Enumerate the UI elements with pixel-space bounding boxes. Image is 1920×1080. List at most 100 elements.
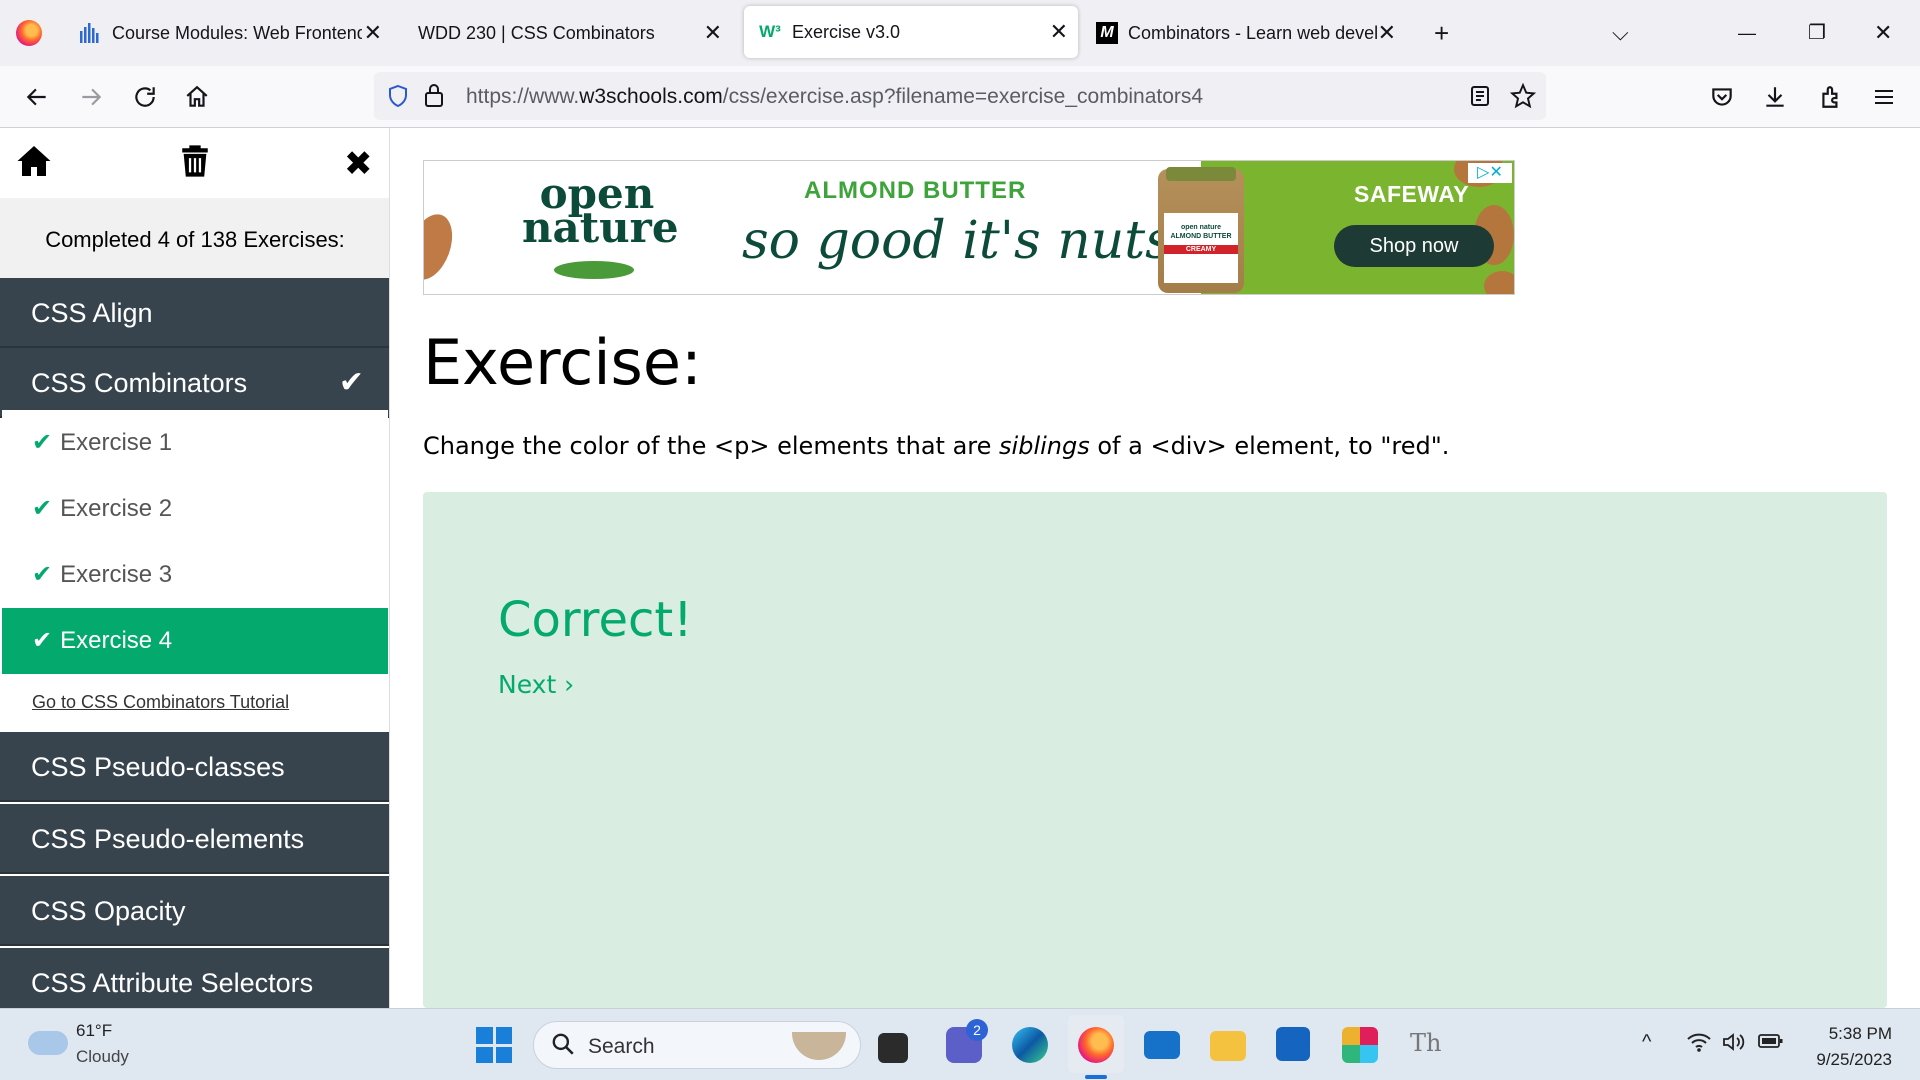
exercise-item-1[interactable]: ✔ Exercise 1: [2, 410, 388, 476]
adchoices-icon[interactable]: ▷✕: [1468, 163, 1512, 183]
category-css-pseudo-elements[interactable]: CSS Pseudo-elements: [0, 804, 389, 874]
minimize-button[interactable]: —: [1738, 18, 1756, 48]
category-css-pseudo-classes[interactable]: CSS Pseudo-classes: [0, 732, 389, 802]
exercise-sidebar: ✖ Completed 4 of 138 Exercises: CSS Alig…: [0, 128, 390, 1008]
window-close-button[interactable]: ✕: [1874, 18, 1892, 48]
weather-condition[interactable]: Cloudy: [76, 1047, 129, 1067]
search-icon: [550, 1031, 576, 1064]
category-css-combinators[interactable]: CSS Combinators ✔: [0, 348, 389, 418]
windows-start-icon[interactable]: [476, 1027, 512, 1063]
firefox-menu-icon[interactable]: [16, 20, 42, 46]
restore-button[interactable]: ❐: [1808, 18, 1826, 48]
jar-variant: CREAMY: [1164, 245, 1238, 254]
almond-image: [424, 208, 461, 286]
taskbar-search-box[interactable]: Search: [533, 1021, 861, 1069]
correct-message: Correct!: [498, 592, 693, 648]
tab-exercise-active[interactable]: W³ Exercise v3.0 ✕: [744, 6, 1078, 58]
url-text[interactable]: https://www.w3schools.com/css/exercise.a…: [466, 85, 1203, 109]
tab-wdd-230[interactable]: WDD 230 | CSS Combinators ✕: [418, 0, 732, 66]
trash-icon[interactable]: [180, 144, 210, 187]
edge-icon[interactable]: [1012, 1027, 1048, 1063]
tab-course-modules[interactable]: Course Modules: Web Frontend ✕: [78, 0, 392, 66]
microsoft-store-icon[interactable]: [1276, 1027, 1310, 1061]
exercise-description: Change the color of the <p> elements tha…: [423, 432, 1449, 460]
exercise-item-2[interactable]: ✔ Exercise 2: [2, 476, 388, 542]
reader-view-icon[interactable]: [1468, 84, 1492, 113]
hamburger-menu-icon[interactable]: [1867, 80, 1901, 114]
exercise-item-3[interactable]: ✔ Exercise 3: [2, 542, 388, 608]
pocket-icon[interactable]: [1705, 80, 1739, 114]
text-app-icon[interactable]: Th: [1410, 1029, 1446, 1065]
forward-arrow-icon[interactable]: [74, 80, 108, 114]
tab-strip: Course Modules: Web Frontend ✕ WDD 230 |…: [0, 0, 1920, 66]
ad-tagline: so good it's nuts.: [742, 211, 1189, 271]
category-css-attribute-selectors[interactable]: CSS Attribute Selectors: [0, 948, 389, 1008]
list-all-tabs-button[interactable]: ⌵: [1612, 18, 1629, 48]
lock-icon[interactable]: [422, 82, 446, 113]
mail-icon[interactable]: [1144, 1031, 1180, 1059]
url-bar[interactable]: https://www.w3schools.com/css/exercise.a…: [374, 72, 1546, 120]
wifi-icon[interactable]: [1686, 1031, 1712, 1059]
home-icon[interactable]: [180, 80, 214, 114]
tab-close-button[interactable]: ✕: [1378, 21, 1396, 45]
weather-temperature[interactable]: 61°F: [76, 1021, 112, 1041]
next-link[interactable]: Next ›: [498, 670, 574, 699]
category-label: CSS Opacity: [31, 896, 186, 926]
url-path: /css/exercise.asp?filename=exercise_comb…: [722, 85, 1204, 108]
leaf-icon: [554, 261, 634, 279]
category-css-align[interactable]: CSS Align: [0, 278, 389, 348]
exercise-label: Exercise 1: [60, 429, 173, 456]
tab-close-button[interactable]: ✕: [364, 21, 382, 45]
checkmark-icon: ✔: [32, 495, 53, 522]
battery-icon[interactable]: [1758, 1031, 1784, 1057]
jar-product: ALMOND BUTTER: [1170, 233, 1232, 240]
description-emphasis: siblings: [999, 432, 1090, 460]
downloads-icon[interactable]: [1758, 80, 1792, 114]
bookmark-star-icon[interactable]: [1509, 82, 1537, 114]
file-explorer-icon[interactable]: [1210, 1031, 1246, 1061]
tab-title: Combinators - Learn web devel: [1128, 22, 1379, 43]
category-label: CSS Align: [31, 298, 153, 328]
back-arrow-icon[interactable]: [20, 80, 54, 114]
checkmark-icon: ✔: [32, 561, 53, 588]
exercise-heading: Exercise:: [423, 326, 702, 399]
system-clock[interactable]: 5:38 PM 9/25/2023: [1808, 1021, 1892, 1073]
clock-date: 9/25/2023: [1816, 1050, 1892, 1069]
tab-title: Exercise v3.0: [792, 21, 901, 42]
jar-label: open nature ALMOND BUTTER CREAMY: [1164, 213, 1238, 283]
w3schools-icon: W³: [759, 22, 781, 41]
tutorial-link[interactable]: Go to CSS Combinators Tutorial: [2, 674, 388, 730]
reload-icon[interactable]: [128, 80, 162, 114]
tab-close-button[interactable]: ✕: [704, 21, 722, 45]
tab-close-button[interactable]: ✕: [1050, 20, 1068, 44]
volume-icon[interactable]: [1722, 1031, 1746, 1059]
tray-overflow-chevron-icon[interactable]: ^: [1642, 1031, 1651, 1054]
tab-title: WDD 230 | CSS Combinators: [418, 22, 655, 43]
exercise-item-4-active[interactable]: ✔ Exercise 4: [2, 608, 388, 674]
notification-badge: 2: [966, 1019, 988, 1041]
tab-title: Course Modules: Web Frontend: [112, 22, 362, 43]
new-tab-button[interactable]: +: [1434, 18, 1449, 48]
search-highlight-image: [792, 1032, 846, 1060]
jar-lid: [1166, 167, 1236, 181]
search-label: Search: [588, 1035, 655, 1058]
shop-now-button[interactable]: Shop now: [1334, 225, 1494, 267]
firefox-icon[interactable]: [1078, 1027, 1114, 1063]
ad-headline: ALMOND BUTTER: [804, 177, 1027, 204]
extensions-icon[interactable]: [1814, 80, 1848, 114]
description-text: of a <div> element, to "red".: [1089, 432, 1450, 460]
tab-mdn-combinators[interactable]: M Combinators - Learn web devel ✕: [1096, 0, 1406, 66]
category-css-opacity[interactable]: CSS Opacity: [0, 876, 389, 946]
category-label: CSS Combinators: [31, 368, 248, 398]
category-label: CSS Pseudo-classes: [31, 752, 285, 782]
tracking-shield-icon[interactable]: [386, 84, 410, 113]
task-view-icon[interactable]: [878, 1033, 908, 1063]
url-host: w3schools.com: [579, 85, 723, 108]
advertisement-banner[interactable]: open nature ALMOND BUTTER so good it's n…: [423, 160, 1515, 295]
jar-brand: open nature: [1180, 224, 1222, 231]
slack-icon[interactable]: [1342, 1027, 1378, 1063]
close-icon[interactable]: ✖: [344, 144, 373, 184]
checkmark-icon: ✔: [338, 366, 364, 399]
cloud-icon[interactable]: [28, 1031, 68, 1055]
home-icon[interactable]: [16, 144, 52, 187]
